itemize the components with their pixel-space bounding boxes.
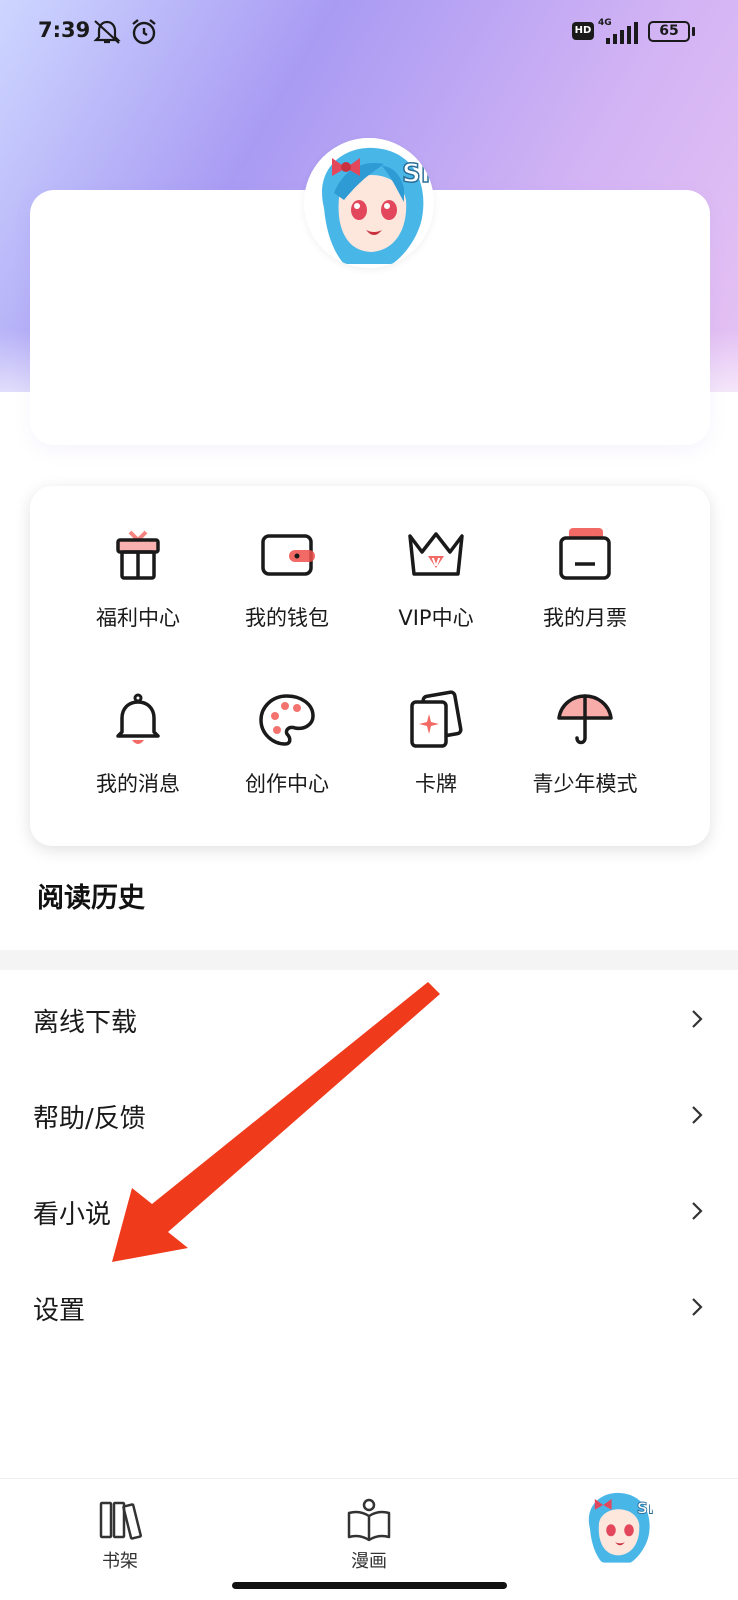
chevron-right-icon [692, 1298, 703, 1316]
section-divider [0, 950, 738, 970]
chevron-right-icon [692, 1010, 703, 1028]
chevron-right-icon [692, 1106, 703, 1124]
feature-label: 福利中心 [96, 606, 180, 630]
feature-teen-mode[interactable]: 青少年模式 [510, 670, 660, 810]
open-book-icon [347, 1498, 391, 1542]
menu-item-read-novels[interactable]: 看小说 [0, 1164, 738, 1262]
ticket-icon [559, 528, 611, 580]
cards-icon [410, 690, 463, 748]
menu-label: 设置 [33, 1296, 86, 1326]
nav-label: 漫画 [351, 1551, 387, 1572]
mute-bell-icon [93, 20, 121, 44]
menu-label: 看小说 [33, 1200, 112, 1230]
nav-label: 书架 [102, 1551, 138, 1572]
bookshelf-icon [99, 1501, 143, 1540]
feature-monthly-ticket[interactable]: 我的月票 [510, 504, 660, 644]
battery-indicator: 65 [648, 21, 690, 42]
feature-my-wallet[interactable]: 我的钱包 [212, 504, 362, 644]
menu-label: 离线下载 [33, 1008, 138, 1038]
status-time: 7:39 [38, 18, 91, 42]
feature-my-messages[interactable]: 我的消息 [63, 670, 213, 810]
feature-label: VIP中心 [398, 606, 474, 630]
feature-label: 创作中心 [245, 772, 329, 796]
bell-icon [116, 693, 160, 744]
feature-label: 青少年模式 [532, 772, 638, 796]
feature-vip-center[interactable]: V VIP中心 [361, 504, 511, 644]
feature-label: 我的钱包 [245, 606, 329, 630]
umbrella-icon [557, 694, 613, 745]
wallet-icon [261, 534, 315, 576]
feature-cards[interactable]: 卡牌 [361, 670, 511, 810]
nav-bookshelf[interactable]: 书架 [65, 1489, 175, 1579]
menu-item-offline-download[interactable]: 离线下载 [0, 972, 738, 1070]
home-indicator[interactable] [232, 1582, 507, 1589]
alarm-icon [132, 19, 156, 45]
profile-page: 7:39 HD 4G 65 SF 福利中心 我的钱包 V VIP中心 我的月票 … [0, 0, 738, 1600]
feature-creation-center[interactable]: 创作中心 [212, 670, 362, 810]
feature-label: 我的月票 [543, 606, 627, 630]
feature-label: 卡牌 [415, 772, 457, 796]
chevron-right-icon [692, 1202, 703, 1220]
nav-profile-avatar[interactable]: SF [578, 1487, 656, 1565]
palette-icon [259, 694, 315, 746]
gift-icon [116, 530, 160, 580]
feature-welfare-center[interactable]: 福利中心 [63, 504, 213, 644]
anime-avatar-image: SF [578, 1487, 656, 1565]
features-grid: 福利中心 我的钱包 V VIP中心 我的月票 我的消息 创作中心 卡牌 青少年模… [30, 486, 710, 846]
status-bar: 7:39 HD 4G 65 [0, 0, 738, 64]
menu-item-settings[interactable]: 设置 [0, 1260, 738, 1358]
crown-icon: V [408, 532, 464, 576]
menu-item-help-feedback[interactable]: 帮助/反馈 [0, 1068, 738, 1166]
signal-icon [606, 22, 638, 44]
anime-avatar-image: SF [304, 138, 434, 268]
reading-history-title[interactable]: 阅读历史 [37, 876, 145, 915]
nav-comics[interactable]: 漫画 [314, 1489, 424, 1579]
battery-tip [692, 27, 695, 36]
menu-label: 帮助/反馈 [33, 1104, 146, 1134]
user-avatar[interactable]: SF [304, 138, 434, 268]
hd-badge: HD [572, 22, 594, 40]
svg-text:V: V [432, 556, 441, 569]
svg-text:SF: SF [637, 1499, 656, 1517]
feature-label: 我的消息 [96, 772, 180, 796]
